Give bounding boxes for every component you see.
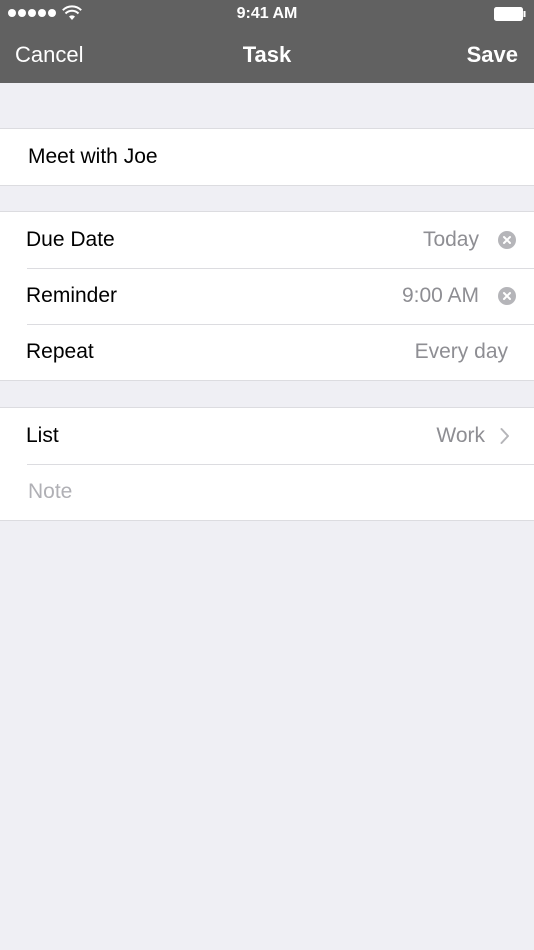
navigation-bar: 9:41 AM Cancel Task Save	[0, 0, 534, 83]
repeat-row[interactable]: Repeat Every day	[0, 324, 534, 380]
clear-circle-icon	[503, 236, 511, 244]
list-value: Work	[436, 424, 485, 447]
task-name-field[interactable]: Meet with Joe	[28, 145, 158, 169]
clear-circle-icon	[503, 292, 511, 300]
clear-due-date-icon[interactable]	[498, 231, 516, 249]
due-date-value: Today	[422, 228, 479, 251]
chevron-right-icon	[500, 428, 509, 444]
reminder-row[interactable]: Reminder 9:00 AM	[0, 268, 534, 324]
list-label: List	[26, 424, 59, 447]
note-field[interactable]: Note	[28, 480, 72, 504]
due-date-row[interactable]: Due Date Today	[0, 212, 534, 268]
repeat-label: Repeat	[26, 340, 94, 363]
repeat-value: Every day	[414, 340, 508, 363]
status-bar: 9:41 AM	[0, 0, 534, 28]
note-row[interactable]: Note	[0, 464, 534, 520]
cancel-button[interactable]: Cancel	[15, 41, 83, 69]
list-row[interactable]: List Work	[0, 408, 534, 464]
schedule-group: Due Date Today Reminder 9:00 AM Repeat E…	[0, 211, 534, 381]
task-name-group: Meet with Joe	[0, 128, 534, 186]
save-button[interactable]: Save	[467, 41, 518, 69]
details-group: List Work Note	[0, 407, 534, 521]
battery-icon	[494, 7, 526, 21]
due-date-label: Due Date	[26, 228, 115, 251]
reminder-label: Reminder	[26, 284, 118, 307]
status-time: 9:41 AM	[236, 5, 298, 22]
reminder-value: 9:00 AM	[401, 284, 479, 307]
task-name-row[interactable]: Meet with Joe	[0, 129, 534, 185]
clear-reminder-icon[interactable]	[498, 287, 516, 305]
